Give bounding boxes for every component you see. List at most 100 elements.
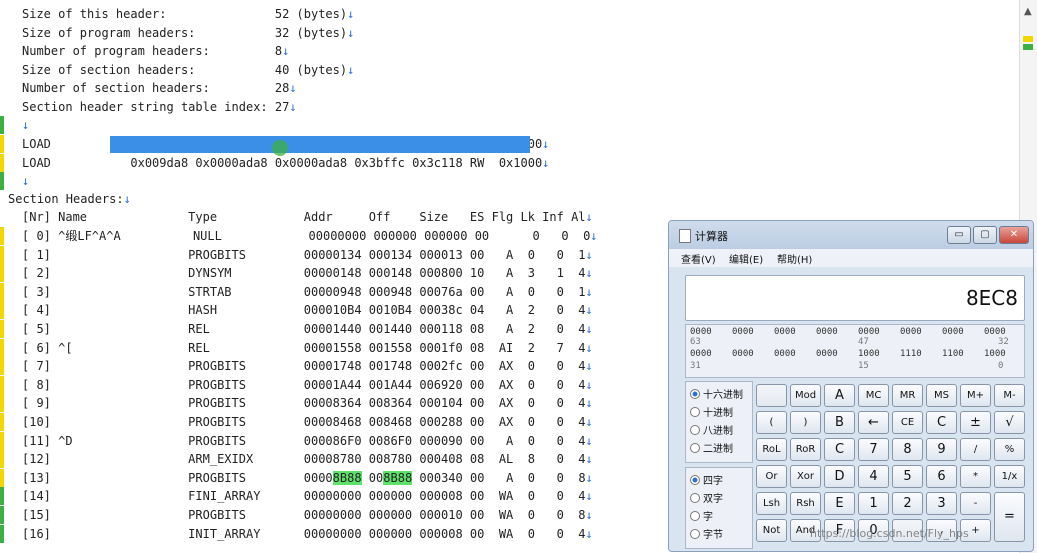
section-row: [ 1] PROGBITS 00000134 000134 000013 00 …: [22, 247, 593, 262]
calc-key[interactable]: /: [960, 438, 991, 461]
word-size-radio[interactable]: 字节: [690, 526, 723, 542]
calc-key[interactable]: Xor: [790, 465, 821, 488]
calc-key[interactable]: ←: [858, 411, 889, 434]
calc-key[interactable]: 1/x: [994, 465, 1025, 488]
bit-group[interactable]: 0000: [816, 349, 838, 359]
bit-group[interactable]: 0000: [690, 327, 712, 337]
header-line: Number of section headers: 28↓: [22, 81, 297, 96]
calc-key[interactable]: Or: [756, 465, 787, 488]
change-marker: [0, 172, 4, 190]
calc-key[interactable]: MS: [926, 384, 957, 407]
maximize-button[interactable]: ▢: [973, 226, 997, 244]
word-size-radio[interactable]: 双字: [690, 490, 723, 506]
calc-key[interactable]: MR: [892, 384, 923, 407]
calc-key[interactable]: -: [960, 492, 991, 515]
calc-key[interactable]: M+: [960, 384, 991, 407]
bit-group[interactable]: 0000: [816, 327, 838, 337]
word-size-radio[interactable]: 四字: [690, 472, 723, 488]
calc-key[interactable]: 1: [858, 492, 889, 515]
section-row: [ 0] ^缎LF^A^A NULL 00000000 000000 00000…: [22, 229, 598, 243]
bit-group[interactable]: 0000: [942, 327, 964, 337]
scroll-marker: [1023, 44, 1033, 50]
section-row: [10] PROGBITS 00008468 008468 000288 00 …: [22, 415, 593, 429]
search-match-highlight: 8B88: [383, 470, 413, 485]
section-row: [ 9] PROGBITS 00008364 008364 000104 00 …: [22, 396, 593, 411]
menu-edit[interactable]: 编辑(E): [729, 251, 763, 266]
bit-group[interactable]: 0000: [774, 349, 796, 359]
minimize-button[interactable]: ▭: [947, 226, 971, 244]
bit-group[interactable]: 0000: [858, 327, 880, 337]
calc-key[interactable]: MC: [858, 384, 889, 407]
calc-key[interactable]: Lsh: [756, 492, 787, 515]
section-row: [ 5] REL 00001440 001440 000118 08 A 2 0…: [22, 322, 593, 336]
section-row: [ 6] ^[ REL 00001558 001558 0001f0 08 AI…: [22, 340, 593, 355]
calculator-titlebar[interactable]: 计算器 ▭ ▢ ✕: [669, 221, 1033, 249]
base-radio[interactable]: 八进制: [690, 422, 733, 438]
bit-group[interactable]: 0000: [690, 349, 712, 359]
calc-key[interactable]: [756, 384, 787, 407]
base-radio[interactable]: 二进制: [690, 440, 733, 456]
radio-dot-icon: [690, 511, 700, 521]
calc-key[interactable]: *: [960, 465, 991, 488]
radio-label: 二进制: [703, 444, 733, 455]
calc-key[interactable]: 5: [892, 465, 923, 488]
calc-key[interactable]: D: [824, 465, 855, 488]
calc-key[interactable]: 9: [926, 438, 957, 461]
calc-key[interactable]: ±: [960, 411, 991, 434]
calc-key[interactable]: %: [994, 438, 1025, 461]
calc-key[interactable]: 7: [858, 438, 889, 461]
calc-key[interactable]: Not: [756, 519, 787, 542]
bit-group[interactable]: 0000: [984, 327, 1006, 337]
calc-key[interactable]: C: [926, 411, 957, 434]
change-marker: [0, 413, 4, 431]
calc-key[interactable]: RoR: [790, 438, 821, 461]
calc-key[interactable]: =: [994, 492, 1025, 542]
base-radio[interactable]: 十六进制: [690, 386, 743, 402]
bit-group[interactable]: 0000: [732, 349, 754, 359]
bit-group[interactable]: 0000: [732, 327, 754, 337]
base-radio[interactable]: 十进制: [690, 404, 733, 420]
calc-key[interactable]: ): [790, 411, 821, 434]
calc-key[interactable]: 3: [926, 492, 957, 515]
calc-key[interactable]: CE: [892, 411, 923, 434]
bit-index-label: 32: [998, 337, 1009, 347]
calc-key[interactable]: (: [756, 411, 787, 434]
calculator-menubar: 查看(V) 编辑(E) 帮助(H): [669, 249, 1033, 267]
change-marker: [0, 450, 4, 469]
calculator-window[interactable]: 计算器 ▭ ▢ ✕ 查看(V) 编辑(E) 帮助(H) 8EC8 0000 000…: [668, 220, 1034, 552]
calc-key[interactable]: 6: [926, 465, 957, 488]
scroll-up-icon[interactable]: ▲: [1024, 6, 1032, 17]
radio-dot-icon: [690, 389, 700, 399]
close-button[interactable]: ✕: [999, 226, 1029, 244]
bit-group[interactable]: 0000: [774, 327, 796, 337]
calc-key[interactable]: M-: [994, 384, 1025, 407]
change-marker: [0, 301, 4, 320]
calc-key[interactable]: A: [824, 384, 855, 407]
bit-group[interactable]: 1000: [984, 349, 1006, 359]
calc-key[interactable]: 2: [892, 492, 923, 515]
calc-key[interactable]: E: [824, 492, 855, 515]
menu-help[interactable]: 帮助(H): [777, 251, 812, 266]
calc-key[interactable]: Rsh: [790, 492, 821, 515]
header-line: Section header string table index: 27↓: [22, 100, 297, 114]
calc-key[interactable]: 4: [858, 465, 889, 488]
calc-key[interactable]: C: [824, 438, 855, 461]
calc-key[interactable]: RoL: [756, 438, 787, 461]
bit-group[interactable]: 1110: [900, 349, 922, 359]
calc-key[interactable]: √: [994, 411, 1025, 434]
header-line: Size of program headers: 32 (bytes)↓: [22, 25, 355, 40]
calc-key[interactable]: 8: [892, 438, 923, 461]
section-row: [ 2] DYNSYM 00000148 000148 000800 10 A …: [22, 266, 593, 281]
word-size-radio[interactable]: 字: [690, 508, 713, 524]
bit-group[interactable]: 1000: [858, 349, 880, 359]
calc-key[interactable]: B: [824, 411, 855, 434]
bit-group[interactable]: 0000: [900, 327, 922, 337]
change-marker: [0, 153, 4, 172]
bit-group[interactable]: 1100: [942, 349, 964, 359]
calc-key[interactable]: Mod: [790, 384, 821, 407]
bit-index-label: 47: [858, 337, 869, 347]
change-marker: [0, 282, 4, 301]
menu-view[interactable]: 查看(V): [681, 251, 716, 266]
section-row: [14] FINI_ARRAY 00000000 000000 000008 0…: [22, 489, 593, 504]
change-marker: [0, 116, 4, 134]
